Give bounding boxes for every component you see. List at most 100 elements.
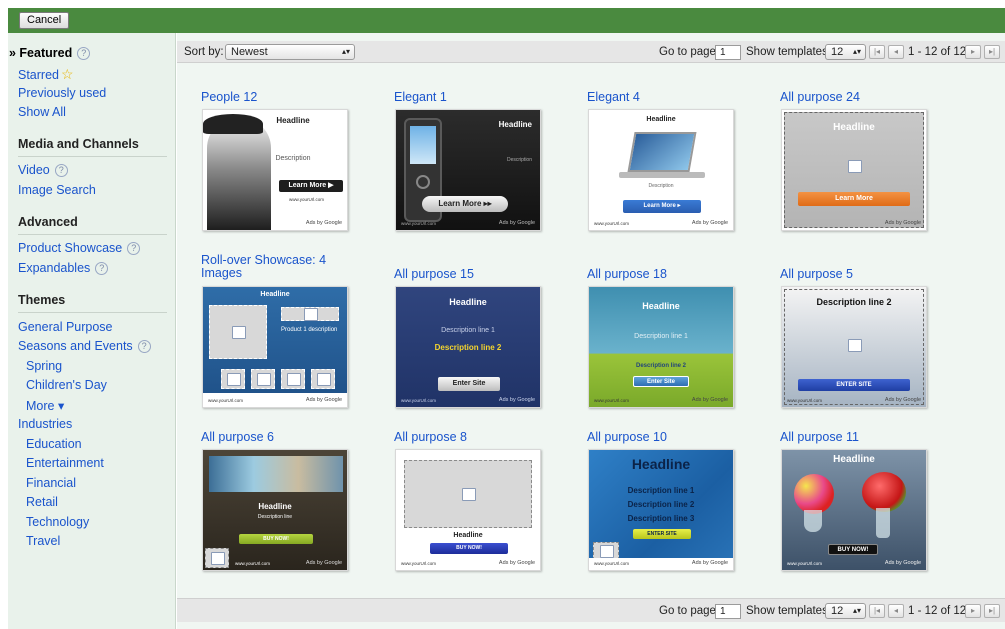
sidebar-item-previously-used[interactable]: Previously used [18,86,106,100]
template-title[interactable]: All purpose 6 [201,431,349,444]
prev-page-button[interactable]: ◂ [888,604,904,618]
ad-url: www.yourUrl.com [208,398,244,403]
sidebar-item-label: » Featured [9,46,73,60]
ad-headline: Headline [642,301,680,311]
next-page-button[interactable]: ▸ [965,45,981,59]
go-to-page-input[interactable]: 1 [715,604,741,619]
divider [18,156,167,157]
last-page-button[interactable]: ▸| [984,604,1000,618]
template-card[interactable]: All purpose 18 [587,268,735,281]
sidebar-item-retail[interactable]: Retail [26,495,58,509]
sidebar-item-label: Product Showcase [18,241,123,255]
templates-per-page-select[interactable]: 12 ▴▾ [825,44,866,60]
template-title[interactable]: Elegant 1 [394,91,542,104]
templates-per-page-select[interactable]: 12 ▴▾ [825,603,866,619]
template-thumbnail[interactable]: Headline BUY NOW! www.yourUrl.com Ads by… [395,449,541,571]
template-title[interactable]: Elegant 4 [587,91,735,104]
sidebar-item-label: Starred [18,68,59,82]
sidebar-item-video[interactable]: Video? [18,163,68,177]
help-icon[interactable]: ? [77,47,91,60]
template-thumbnail[interactable]: Headline Description line BUY NOW! www.y… [202,449,348,571]
first-page-button[interactable]: |◂ [869,45,885,59]
sidebar-item-technology[interactable]: Technology [26,515,89,529]
sidebar-item-general-purpose[interactable]: General Purpose [18,320,113,334]
next-page-button[interactable]: ▸ [965,604,981,618]
go-to-page-label: Go to page: [659,46,720,58]
template-title[interactable]: All purpose 18 [587,268,735,281]
ad-url: www.yourUrl.com [289,197,325,202]
template-thumbnail[interactable]: Description line 2 ENTER SITE www.yourUr… [781,286,927,408]
ad-description: Description line 1 [634,333,688,340]
ad-cta-button: Enter Site [438,377,500,391]
ad-url: www.yourUrl.com [401,561,437,566]
template-card[interactable]: All purpose 6 [201,431,349,444]
template-card[interactable]: Elegant 1 [394,91,542,104]
help-icon[interactable]: ? [127,242,141,255]
template-card[interactable]: Elegant 4 [587,91,735,104]
image-placeholder-icon [846,158,862,174]
sidebar-item-starred[interactable]: Starred ☆ [18,66,74,83]
template-card[interactable]: All purpose 5 [780,268,928,281]
sidebar-item-product-showcase[interactable]: Product Showcase? [18,241,141,255]
bottom-pagination-bar: Go to page: 1 Show templates: 12 ▴▾ |◂ ◂… [177,598,1005,622]
template-thumbnail[interactable]: Headline BUY NOW! www.yourUrl.com Ads by… [781,449,927,571]
ad-description: Description line 1 [441,327,495,334]
template-title[interactable]: All purpose 10 [587,431,735,444]
ad-url: www.yourUrl.com [594,398,630,403]
template-gallery: Sort by: Newest ▴▾ Go to page: 1 Show te… [177,33,1005,629]
sidebar-item-expandables[interactable]: Expandables? [18,261,109,275]
go-to-page-input[interactable]: 1 [715,45,741,60]
sidebar-item-childrens-day[interactable]: Children's Day [26,378,107,392]
template-card[interactable]: All purpose 11 [780,431,928,444]
last-page-button[interactable]: ▸| [984,45,1000,59]
image-placeholder-icon [281,369,305,389]
template-thumbnail[interactable]: Headline Description Learn More ▸ www.yo… [588,109,734,231]
page-range-text: 1 - 12 of 12 [908,605,967,617]
template-thumbnail[interactable]: Headline Description Learn More ▶ www.yo… [202,109,348,231]
template-title[interactable]: All purpose 11 [780,431,928,444]
help-icon[interactable]: ? [54,164,68,177]
first-page-button[interactable]: |◂ [869,604,885,618]
sidebar-item-image-search[interactable]: Image Search [18,183,96,197]
help-icon[interactable]: ? [137,340,151,353]
sidebar-item-travel[interactable]: Travel [26,534,60,548]
cancel-button[interactable]: Cancel [19,12,70,29]
template-thumbnail[interactable]: Headline Description line 1 Description … [395,286,541,408]
section-heading-themes: Themes [18,293,66,307]
sidebar-item-entertainment[interactable]: Entertainment [26,456,104,470]
template-card[interactable]: Roll-over Showcase: 4 Images [201,254,349,280]
template-thumbnail[interactable]: Headline Description Learn More ▸▸ www.y… [395,109,541,231]
ad-headline: Headline [260,291,290,298]
template-thumbnail[interactable]: Headline Learn More Ads by Google [781,109,927,231]
sidebar-item-featured[interactable]: » Featured? [9,46,91,60]
template-card[interactable]: All purpose 8 [394,431,542,444]
ad-url: www.yourUrl.com [787,398,823,403]
template-thumbnail[interactable]: Headline Description line 1 Description … [588,449,734,571]
template-title[interactable]: All purpose 5 [780,268,928,281]
template-card[interactable]: People 12 [201,91,349,104]
template-title[interactable]: People 12 [201,91,349,104]
sort-select[interactable]: Newest ▴▾ [225,44,355,60]
template-title[interactable]: All purpose 15 [394,268,542,281]
ad-headline: Headline [498,120,532,129]
template-thumbnail[interactable]: Headline Description line 1 Description … [588,286,734,408]
template-card[interactable]: All purpose 24 [780,91,928,104]
prev-page-button[interactable]: ◂ [888,45,904,59]
sidebar-item-more[interactable]: More ▾ [26,398,64,413]
sidebar-item-financial[interactable]: Financial [26,476,76,490]
ad-headline: Headline [833,454,875,465]
template-card[interactable]: All purpose 15 [394,268,542,281]
sidebar-item-show-all[interactable]: Show All [18,105,66,119]
sidebar-item-spring[interactable]: Spring [26,359,62,373]
template-title[interactable]: All purpose 24 [780,91,928,104]
template-card[interactable]: All purpose 10 [587,431,735,444]
template-thumbnail[interactable]: Headline Product 1 description www.yourU… [202,286,348,408]
template-title[interactable]: All purpose 8 [394,431,542,444]
sidebar-item-education[interactable]: Education [26,437,82,451]
templates-per-page-value: 12 [831,605,844,617]
sidebar-item-industries[interactable]: Industries [18,417,72,431]
help-icon[interactable]: ? [95,262,109,275]
template-title[interactable]: Roll-over Showcase: 4 Images [201,254,349,280]
image-placeholder-icon [221,369,245,389]
sidebar-item-seasons-events[interactable]: Seasons and Events? [18,339,151,353]
